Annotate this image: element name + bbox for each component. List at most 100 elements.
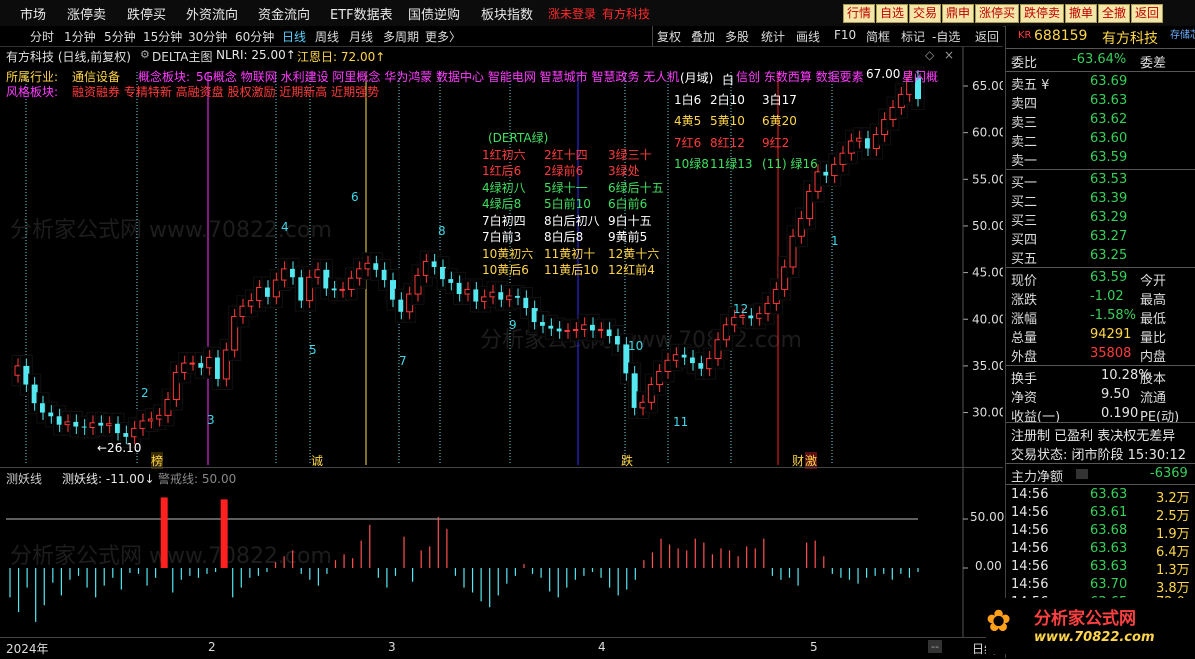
btn-apply[interactable]: 鼎申 [942, 4, 975, 23]
quote-row[interactable]: 外盘 35808 内盘 [1006, 345, 1195, 365]
sub-bar [155, 568, 157, 578]
block-cell: 6黄20 [762, 114, 797, 128]
price-label: 30.00 [972, 406, 1003, 420]
scroll-handle[interactable]: -- [928, 640, 942, 653]
period-daily[interactable]: 日线 [282, 28, 306, 45]
period-60m[interactable]: 60分钟 [235, 28, 274, 45]
quote-row[interactable]: 卖二 63.60 [1006, 130, 1195, 150]
sub-bar [43, 568, 45, 606]
tool-stats[interactable]: 统计 [761, 28, 785, 45]
sub-bar [146, 568, 148, 586]
tool-overlay[interactable]: 叠加 [691, 28, 715, 45]
quote-row[interactable]: 卖一 63.59 [1006, 149, 1195, 169]
quote-row[interactable]: 换手 10.28% 股本 [1006, 367, 1195, 387]
quote-row[interactable]: 买四 63.27 [1006, 228, 1195, 248]
quote-row[interactable]: 总量 94291 量比 [1006, 326, 1195, 346]
btn-watchlist[interactable]: 自选 [876, 4, 909, 23]
tool-f10[interactable]: F10 [834, 28, 856, 42]
quote-row[interactable]: 卖三 63.62 [1006, 111, 1195, 131]
settings-icon[interactable]: ⚙ [140, 48, 150, 61]
stock-name[interactable]: 有方科技 [1102, 28, 1158, 48]
axis-month-3: 3 [388, 640, 396, 654]
sub-bar [394, 568, 397, 576]
login-alert[interactable]: 涨未登录 [548, 5, 596, 22]
period-tick[interactable]: 分时 [30, 28, 54, 45]
btn-cancel-order[interactable]: 撤单 [1065, 4, 1098, 23]
tick-time: 14:56 [1011, 523, 1049, 538]
quote-row[interactable]: 卖五 ¥ 63.69 [1006, 73, 1195, 93]
quote-row[interactable]: 买五 63.25 [1006, 247, 1195, 267]
sub-indicator-name[interactable]: 测妖线 [6, 470, 42, 487]
quote-row[interactable]: 14:56 63.61 2.5万 [1006, 504, 1195, 524]
sub-bar [703, 542, 705, 568]
menu-limit-up-sell[interactable]: 涨停卖 [67, 4, 106, 23]
sub-bar [694, 538, 696, 568]
tool-mark[interactable]: 标记 [901, 28, 925, 45]
sub-bar [326, 568, 328, 574]
quote-row[interactable]: 涨幅 -1.58% 最低 [1006, 307, 1195, 327]
quote-row[interactable]: 14:56 63.63 6.4万 [1006, 540, 1195, 560]
quote-row[interactable]: 14:56 63.63 1.3万 [1006, 558, 1195, 578]
btn-limit-down-sell[interactable]: 跌停卖 [1020, 4, 1065, 23]
nlri-value: NLRI: 25.00↑ [216, 48, 296, 62]
quote-row[interactable]: 14:56 63.63 3.2万 [1006, 486, 1195, 506]
tool-return[interactable]: 返回 [975, 28, 999, 45]
period-5m[interactable]: 5分钟 [104, 28, 136, 45]
period-15m[interactable]: 15分钟 [143, 28, 182, 45]
stock-code[interactable]: 688159 [1034, 28, 1087, 44]
btn-trade[interactable]: 交易 [909, 4, 942, 23]
indicator-name[interactable]: DELTA主图 [152, 48, 212, 65]
close-icon[interactable]: × [944, 48, 954, 62]
tool-adjust[interactable]: 复权 [657, 28, 681, 45]
quote-row[interactable]: 现价 63.59 今开 [1006, 269, 1195, 289]
period-30m[interactable]: 30分钟 [188, 28, 227, 45]
period-more[interactable]: 更多〉 [425, 28, 461, 45]
quote-row[interactable]: 涨跌 -1.02 最高 [1006, 288, 1195, 308]
kline-chart[interactable]: 分析家公式网 www.70822.com 分析家公式网 www.70822.co… [0, 47, 1003, 469]
stock-tag: 存储芯 [1170, 30, 1195, 41]
quote-row[interactable]: 14:56 63.70 3.8万 [1006, 576, 1195, 596]
btn-limit-up-buy[interactable]: 涨停买 [975, 4, 1020, 23]
menu-repo[interactable]: 国债逆购 [408, 4, 460, 23]
sub-bar [480, 568, 482, 602]
menu-limit-down-buy[interactable]: 跌停买 [127, 4, 166, 23]
time-axis: 2024年 2 3 4 5 -- 日线 [0, 637, 1003, 659]
sub-bar [806, 542, 808, 568]
quote-row[interactable]: 14:56 63.68 1.9万 [1006, 522, 1195, 542]
sub-bar [463, 568, 465, 588]
tool-multi-stock[interactable]: 多股 [725, 28, 749, 45]
sub-bar [454, 568, 457, 576]
btn-return[interactable]: 返回 [1131, 4, 1164, 23]
sub-indicator-chart[interactable]: 分析家公式网 www.70822.com 测妖线 测妖线: -11.00↓ 警戒… [0, 467, 1004, 638]
sub-bar [172, 568, 174, 593]
sell-level-price: 63.62 [1090, 112, 1128, 127]
tick-price: 63.63 [1090, 559, 1128, 574]
sub-bar [60, 568, 62, 596]
quote-row[interactable]: 卖四 63.63 [1006, 92, 1195, 112]
period-multi[interactable]: 多周期 [383, 28, 419, 45]
buy-level-price: 63.27 [1090, 229, 1128, 244]
menu-capital-flow[interactable]: 资金流向 [258, 4, 310, 23]
sub-bar [77, 568, 80, 576]
sell-level-price: 63.63 [1090, 93, 1128, 108]
period-weekly[interactable]: 周线 [315, 28, 339, 45]
tool-simple-frame[interactable]: 简框 [866, 28, 890, 45]
quote-row[interactable]: 买二 63.39 [1006, 190, 1195, 210]
btn-cancel-all[interactable]: 全撤 [1098, 4, 1131, 23]
tool-self-select[interactable]: -自选 [932, 28, 960, 45]
quote-row[interactable]: 买三 63.29 [1006, 209, 1195, 229]
menu-etf[interactable]: ETF数据表 [330, 4, 393, 23]
tool-draw[interactable]: 画线 [796, 28, 820, 45]
btn-quote[interactable]: 行情 [843, 4, 876, 23]
menu-sector-index[interactable]: 板块指数 [481, 4, 533, 23]
menu-market[interactable]: 市场 [20, 4, 46, 23]
diamond-icon[interactable]: ◇ [925, 48, 934, 62]
quote-row[interactable]: 净资 9.50 流通 [1006, 386, 1195, 406]
period-1m[interactable]: 1分钟 [64, 28, 96, 45]
quote-row[interactable]: 买一 63.53 [1006, 171, 1195, 191]
sub-bar [780, 568, 782, 580]
period-monthly[interactable]: 月线 [349, 28, 373, 45]
sub-bar [617, 568, 619, 596]
menu-foreign-flow[interactable]: 外资流向 [186, 4, 238, 23]
sub-bar [352, 558, 354, 568]
